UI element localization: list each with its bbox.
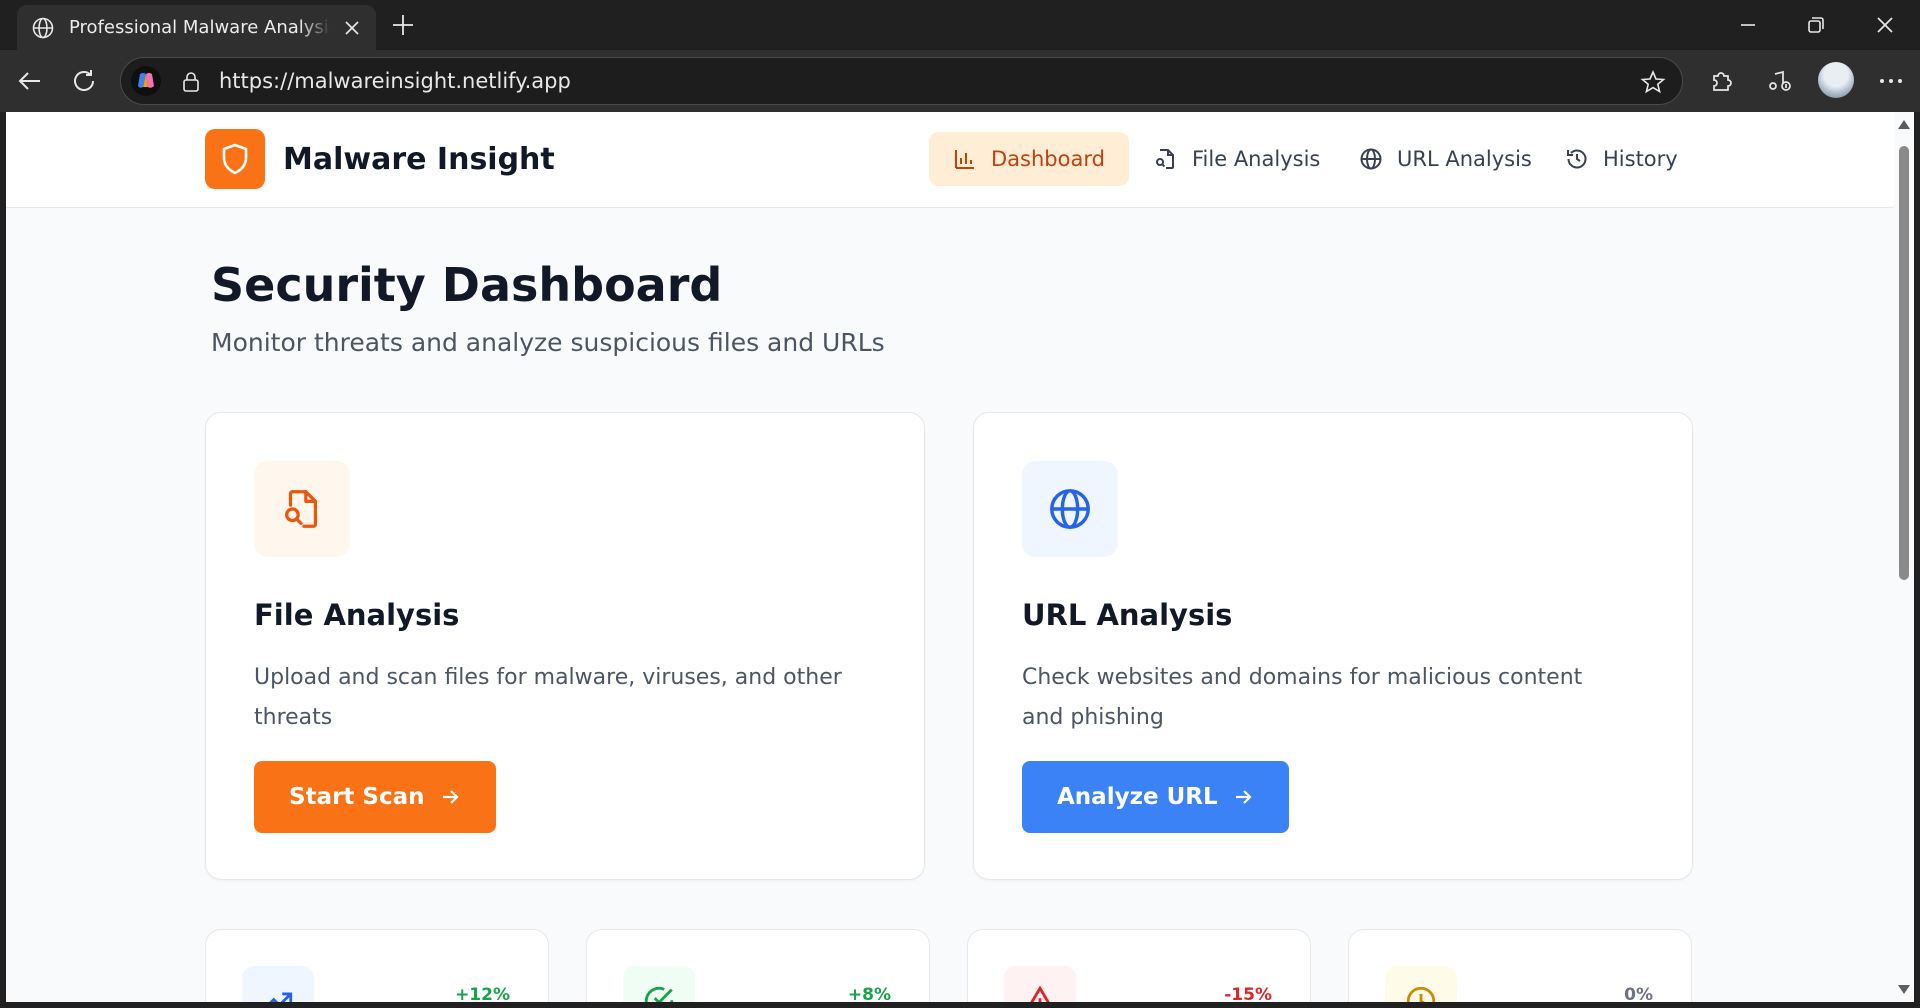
file-analysis-card: File Analysis Upload and scan files for … bbox=[205, 412, 925, 880]
close-window-icon[interactable] bbox=[1872, 12, 1898, 38]
nav-label: File Analysis bbox=[1192, 147, 1321, 171]
check-circle-icon bbox=[623, 966, 695, 1002]
site-header: Malware Insight Dashboard File Analysis … bbox=[6, 112, 1894, 208]
stat-change: 0% bbox=[1624, 985, 1653, 1002]
stat-card: +8% bbox=[586, 929, 930, 1002]
nav-label: URL Analysis bbox=[1397, 147, 1532, 171]
address-bar[interactable]: https://malwareinsight.netlify.app bbox=[120, 57, 1683, 105]
card-description: Check websites and domains for malicious… bbox=[1022, 665, 1583, 730]
stat-card: +12% bbox=[205, 929, 549, 1002]
page-subtitle: Monitor threats and analyze suspicious f… bbox=[211, 328, 885, 357]
history-icon bbox=[1567, 149, 1587, 169]
nav-file-analysis[interactable]: File Analysis bbox=[1130, 132, 1344, 186]
bar-chart-icon bbox=[955, 150, 974, 169]
globe-icon bbox=[1360, 148, 1382, 170]
stat-change: +12% bbox=[455, 985, 510, 1002]
lock-icon[interactable] bbox=[181, 71, 201, 93]
file-search-icon bbox=[1156, 149, 1174, 169]
tab-title: Professional Malware Analysis App bbox=[69, 17, 331, 38]
url-text[interactable]: https://malwareinsight.netlify.app bbox=[219, 69, 571, 93]
card-description: Upload and scan files for malware, virus… bbox=[254, 665, 842, 730]
clock-icon bbox=[1385, 966, 1457, 1002]
extensions-icon[interactable] bbox=[1706, 66, 1736, 96]
card-title: File Analysis bbox=[254, 598, 460, 632]
url-analysis-card: URL Analysis Check websites and domains … bbox=[973, 412, 1693, 880]
button-label: Start Scan bbox=[289, 784, 425, 810]
scroll-up-arrow-icon[interactable] bbox=[1898, 120, 1910, 129]
more-menu-icon[interactable] bbox=[1876, 66, 1906, 96]
stat-card: -15% bbox=[967, 929, 1311, 1002]
stat-change: -15% bbox=[1224, 985, 1272, 1002]
nav-url-analysis[interactable]: URL Analysis bbox=[1335, 132, 1556, 186]
reload-icon[interactable] bbox=[69, 66, 99, 96]
browser-tab[interactable]: Professional Malware Analysis App bbox=[17, 5, 376, 50]
file-search-icon bbox=[254, 461, 350, 557]
page-title: Security Dashboard bbox=[211, 258, 723, 312]
stat-card: 0% bbox=[1348, 929, 1692, 1002]
scroll-thumb[interactable] bbox=[1899, 146, 1909, 580]
browser-tab-bar: Professional Malware Analysis App bbox=[0, 0, 1920, 50]
button-label: Analyze URL bbox=[1057, 784, 1218, 810]
nav-dashboard[interactable]: Dashboard bbox=[929, 132, 1129, 186]
analyze-url-button[interactable]: Analyze URL bbox=[1022, 761, 1289, 833]
stat-change: +8% bbox=[847, 985, 891, 1002]
globe-icon bbox=[32, 17, 54, 38]
arrow-right-icon bbox=[442, 790, 459, 804]
card-title: URL Analysis bbox=[1022, 598, 1233, 632]
start-scan-button[interactable]: Start Scan bbox=[254, 761, 496, 833]
restore-icon[interactable] bbox=[1803, 12, 1829, 38]
nav-history[interactable]: History bbox=[1541, 132, 1702, 186]
page-viewport: Malware Insight Dashboard File Analysis … bbox=[6, 112, 1894, 1002]
arrow-right-icon bbox=[1235, 790, 1252, 804]
globe-icon bbox=[1022, 461, 1118, 557]
page-scrollbar[interactable] bbox=[1894, 112, 1914, 1002]
scroll-down-arrow-icon[interactable] bbox=[1898, 985, 1910, 994]
alert-triangle-icon bbox=[1004, 966, 1076, 1002]
trending-up-icon bbox=[242, 966, 314, 1002]
nav-label: Dashboard bbox=[991, 147, 1105, 171]
nav-label: History bbox=[1603, 147, 1678, 171]
favorite-star-icon[interactable] bbox=[1640, 69, 1666, 95]
shield-logo-icon[interactable] bbox=[205, 129, 265, 189]
media-icon[interactable] bbox=[1766, 66, 1796, 96]
close-tab-icon[interactable] bbox=[342, 18, 362, 38]
brand-name[interactable]: Malware Insight bbox=[283, 142, 555, 177]
browser-toolbar: https://malwareinsight.netlify.app bbox=[0, 50, 1920, 112]
profile-avatar[interactable] bbox=[1818, 62, 1854, 98]
copilot-icon[interactable] bbox=[131, 66, 161, 96]
minimize-icon[interactable] bbox=[1735, 12, 1761, 38]
back-icon[interactable] bbox=[15, 66, 45, 96]
new-tab-icon[interactable] bbox=[390, 12, 416, 38]
